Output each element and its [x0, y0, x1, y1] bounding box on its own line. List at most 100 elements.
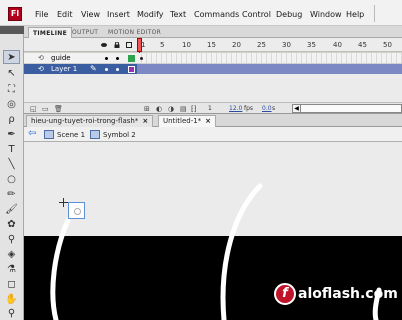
doc-tab-untitled[interactable]: Untitled-1* × [158, 115, 217, 127]
watermark-text: aloflash.com [298, 286, 398, 302]
onion-skin-icon[interactable]: ◐ [156, 105, 162, 113]
elapsed-time-unit: s [272, 105, 276, 112]
stroke-middle [220, 183, 263, 320]
menu-view[interactable]: View [81, 10, 100, 19]
scene-icon [44, 130, 54, 139]
timeline-footer: ◱ ▭ 🗑 ⊞ ◐ ◑ ▤ ⁅⁆ 1 12.0 fps 0.0 s ◀ [24, 102, 402, 114]
tab-output[interactable]: OUTPUT [68, 27, 102, 38]
ruler-label: 10 [182, 41, 191, 49]
3d-rotation-tool-icon[interactable]: ◎ [3, 97, 20, 111]
document-tab-bar: hieu-ung-tuyet-roi-trong-flash* × Untitle… [24, 114, 402, 127]
menu-modify[interactable]: Modify [137, 10, 164, 19]
stroke-left [50, 217, 71, 320]
elapsed-time-value: 0.0 [262, 105, 272, 112]
lock-dot[interactable] [116, 68, 119, 71]
modify-markers-icon[interactable]: ⁅⁆ [191, 105, 196, 113]
deco-tool-icon[interactable]: ✿ [3, 217, 20, 231]
back-arrow-icon[interactable]: ⇦ [28, 128, 36, 139]
delete-layer-icon[interactable]: 🗑 [54, 105, 63, 113]
menu-control[interactable]: Control [242, 10, 271, 19]
eraser-tool-icon[interactable]: ◻ [3, 277, 20, 291]
pencil-edit-icon: ✎ [90, 64, 97, 73]
lock-dot[interactable] [116, 57, 119, 60]
tab-motion-editor[interactable]: MOTION EDITOR [104, 27, 165, 38]
text-tool-icon[interactable]: T [3, 142, 20, 156]
ruler-label: 50 [383, 41, 392, 49]
ruler-label: 25 [257, 41, 266, 49]
layer-outline-color[interactable] [128, 55, 135, 62]
ruler-label: 20 [232, 41, 241, 49]
free-transform-tool-icon[interactable]: ⛶ [3, 82, 20, 96]
eye-icon[interactable] [101, 42, 107, 48]
scroll-left-button[interactable]: ◀ [292, 104, 301, 113]
menu-bar: Fl File Edit View Insert Modify Text Com… [0, 0, 402, 26]
hand-tool-icon[interactable]: ✋ [3, 292, 20, 306]
breadcrumb: ⇦ Scene 1 Symbol 2 [24, 127, 402, 142]
doc-tab-label: Untitled-1* [163, 117, 202, 125]
close-icon[interactable]: × [205, 117, 211, 125]
ruler-label: 40 [333, 41, 342, 49]
layer-row-guide[interactable]: ⟲ guide [24, 53, 402, 64]
layer-frames[interactable] [137, 64, 402, 74]
visibility-dot[interactable] [105, 57, 108, 60]
flash-app-icon[interactable]: Fl [8, 7, 22, 21]
pen-tool-icon[interactable]: ✒ [3, 127, 20, 141]
ruler-label: 15 [207, 41, 216, 49]
layer-icon: ⟲ [38, 65, 44, 73]
menu-window[interactable]: Window [310, 10, 342, 19]
lasso-tool-icon[interactable]: ρ [3, 112, 20, 126]
outline-icon[interactable] [126, 42, 132, 48]
timeline-scrollbar[interactable] [301, 104, 402, 113]
snowflake-symbol-instance[interactable] [68, 202, 85, 219]
zoom-tool-icon[interactable]: ⚲ [3, 306, 20, 320]
aloflash-logo-icon: f [274, 283, 296, 305]
playhead-handle[interactable] [137, 38, 142, 52]
onion-outlines-icon[interactable]: ◑ [168, 105, 174, 113]
layer-frames[interactable] [137, 53, 402, 63]
ruler-label: 5 [160, 41, 165, 49]
menu-commands[interactable]: Commands [194, 10, 239, 19]
pencil-tool-icon[interactable]: ✏ [3, 187, 20, 201]
menu-insert[interactable]: Insert [107, 10, 130, 19]
keyframe[interactable] [140, 57, 143, 60]
stage[interactable]: f aloflash.com [24, 142, 402, 320]
paint-bucket-tool-icon[interactable]: ◈ [3, 247, 20, 261]
frame-rate-value[interactable]: 12.0 [229, 105, 242, 112]
visibility-dot[interactable] [105, 68, 108, 71]
center-frame-icon[interactable]: ⊞ [144, 105, 150, 113]
menu-help[interactable]: Help [346, 10, 364, 19]
breadcrumb-symbol[interactable]: Symbol 2 [103, 131, 136, 139]
lock-icon[interactable] [114, 42, 120, 48]
menu-file[interactable]: File [35, 10, 48, 19]
close-icon[interactable]: × [142, 117, 148, 125]
layer-outline-color[interactable] [128, 66, 135, 73]
timeline-header: 1 5 10 15 20 25 30 35 40 45 50 [24, 38, 402, 52]
selection-tool-icon[interactable]: ➤ [3, 50, 20, 64]
ruler-label: 45 [358, 41, 367, 49]
eyedropper-tool-icon[interactable]: ⚗ [3, 262, 20, 276]
line-tool-icon[interactable]: ╲ [3, 157, 20, 171]
tab-timeline[interactable]: TIMELINE [28, 27, 72, 38]
menu-debug[interactable]: Debug [276, 10, 302, 19]
edit-multiple-frames-icon[interactable]: ▤ [180, 105, 187, 113]
menu-edit[interactable]: Edit [57, 10, 73, 19]
menu-separator [374, 5, 375, 22]
current-frame: 1 [208, 105, 212, 112]
breadcrumb-scene[interactable]: Scene 1 [57, 131, 85, 139]
panel-tab-bar: TIMELINE OUTPUT MOTION EDITOR [24, 26, 402, 38]
oval-tool-icon[interactable]: ○ [3, 172, 20, 186]
tools-panel-grip[interactable] [0, 26, 24, 34]
brush-tool-icon[interactable]: 🖌 [3, 202, 20, 216]
ruler-label: 30 [282, 41, 291, 49]
bone-tool-icon[interactable]: ⚲ [3, 232, 20, 246]
menu-text[interactable]: Text [170, 10, 186, 19]
watermark: f aloflash.com [274, 283, 398, 305]
subselection-tool-icon[interactable]: ↖ [3, 66, 20, 80]
layer-name: guide [51, 54, 71, 62]
symbol-icon [90, 130, 100, 139]
new-layer-icon[interactable]: ◱ [30, 105, 37, 113]
new-folder-icon[interactable]: ▭ [42, 105, 49, 113]
registration-point [59, 198, 68, 207]
doc-tab-hieu-ung[interactable]: hieu-ung-tuyet-roi-trong-flash* × [26, 115, 154, 127]
frame-rate-unit: fps [244, 105, 254, 112]
